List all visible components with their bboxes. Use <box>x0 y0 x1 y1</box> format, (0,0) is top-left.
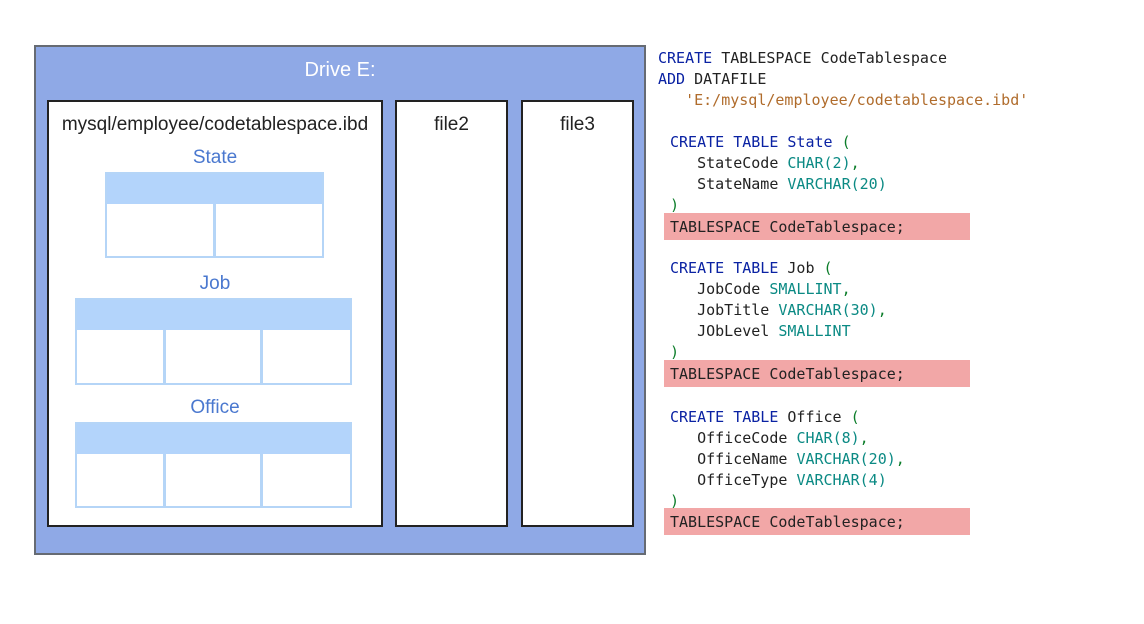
sql-column-name: OfficeName <box>697 450 788 468</box>
file3: file3 <box>521 100 634 527</box>
sql-paren: ( <box>850 408 860 426</box>
sql-column-arg: (30) <box>841 301 878 319</box>
drive-title: Drive E: <box>304 59 376 81</box>
drive-container: Drive E: mysql/employee/codetablespace.i… <box>34 45 646 555</box>
sql-column-type: VARCHAR <box>796 471 860 489</box>
sql-column-name: StateCode <box>697 154 779 172</box>
table-cell <box>263 454 350 506</box>
sql-column-type: VARCHAR <box>796 450 860 468</box>
sql-column-type: CHAR <box>796 429 833 447</box>
sql-separator: , <box>895 450 905 468</box>
sql-table-name: Office <box>787 408 842 426</box>
table-cell <box>166 454 263 506</box>
sql-column-name: JobTitle <box>697 301 770 319</box>
table-cell <box>263 330 350 383</box>
table-cell <box>107 204 216 256</box>
sql-separator: , <box>877 301 887 319</box>
sql-separator: , <box>850 154 860 172</box>
table-header <box>77 424 350 454</box>
table-name-job: Job <box>199 273 231 294</box>
sql-column-arg: (20) <box>859 450 896 468</box>
tablespace-clause: TABLESPACE CodeTablespace; <box>670 365 905 383</box>
table-job <box>75 298 352 385</box>
sql-keyword: CREATE <box>670 408 725 426</box>
sql-column-type: VARCHAR <box>787 175 851 193</box>
table-name-state: State <box>192 147 238 168</box>
table-office <box>75 422 352 508</box>
table-cell <box>166 330 263 383</box>
sql-create-tablespace: CREATE TABLESPACE CodeTablespace ADD DAT… <box>658 48 1028 111</box>
tablespace-clause-highlight: TABLESPACE CodeTablespace; <box>664 360 970 387</box>
table-cell <box>77 330 166 383</box>
tablespace-clause-highlight: TABLESPACE CodeTablespace; <box>664 213 970 240</box>
sql-keyword: TABLE <box>733 133 779 151</box>
tablespace-clause: TABLESPACE CodeTablespace; <box>670 218 905 236</box>
tablespace-file: mysql/employee/codetablespace.ibd State … <box>47 100 383 527</box>
file-name: file3 <box>560 114 595 135</box>
sql-column-name: OfficeType <box>697 471 788 489</box>
sql-keyword: CREATE <box>670 259 725 277</box>
sql-column-name: JobCode <box>697 280 761 298</box>
sql-keyword: TABLE <box>733 408 779 426</box>
sql-keyword: CREATE <box>670 133 725 151</box>
sql-create-table-state: CREATE TABLE State ( StateCode CHAR(2), … <box>670 132 887 216</box>
sql-keyword: DATAFILE <box>694 70 767 88</box>
sql-table-name: State <box>787 133 833 151</box>
table-name-office: Office <box>190 397 240 418</box>
tablespace-name: CodeTablespace <box>820 49 947 67</box>
sql-create-table-job: CREATE TABLE Job ( JobCode SMALLINT, Job… <box>670 258 887 363</box>
tablespace-clause-highlight: TABLESPACE CodeTablespace; <box>664 508 970 535</box>
file-name: file2 <box>434 114 469 135</box>
sql-keyword: CREATE <box>658 49 713 67</box>
sql-column-type: VARCHAR <box>778 301 842 319</box>
sql-column-arg: (20) <box>850 175 887 193</box>
sql-column-name: JObLevel <box>697 322 770 340</box>
sql-table-name: Job <box>787 259 815 277</box>
sql-paren: ) <box>670 196 680 214</box>
sql-separator: , <box>841 280 851 298</box>
sql-keyword: TABLESPACE <box>721 49 812 67</box>
sql-column-type: CHAR <box>787 154 824 172</box>
table-header <box>107 174 322 204</box>
file2: file2 <box>395 100 508 527</box>
sql-column-name: OfficeCode <box>697 429 788 447</box>
sql-paren: ( <box>841 133 851 151</box>
table-cell <box>216 204 322 256</box>
sql-keyword: ADD <box>658 70 686 88</box>
tablespace-clause: TABLESPACE CodeTablespace; <box>670 513 905 531</box>
table-cell <box>77 454 166 506</box>
sql-separator: , <box>859 429 869 447</box>
datafile-path: 'E:/mysql/employee/codetablespace.ibd' <box>685 91 1029 109</box>
sql-column-type: SMALLINT <box>769 280 842 298</box>
sql-column-type: SMALLINT <box>778 322 851 340</box>
table-header <box>77 300 350 330</box>
sql-keyword: TABLE <box>733 259 779 277</box>
sql-create-table-office: CREATE TABLE Office ( OfficeCode CHAR(8)… <box>670 407 905 512</box>
file-name: mysql/employee/codetablespace.ibd <box>61 114 369 135</box>
table-state <box>105 172 324 258</box>
sql-column-name: StateName <box>697 175 779 193</box>
sql-column-arg: (2) <box>823 154 851 172</box>
sql-paren: ( <box>823 259 833 277</box>
sql-column-arg: (8) <box>832 429 860 447</box>
sql-column-arg: (4) <box>859 471 887 489</box>
sql-paren: ) <box>670 343 680 361</box>
